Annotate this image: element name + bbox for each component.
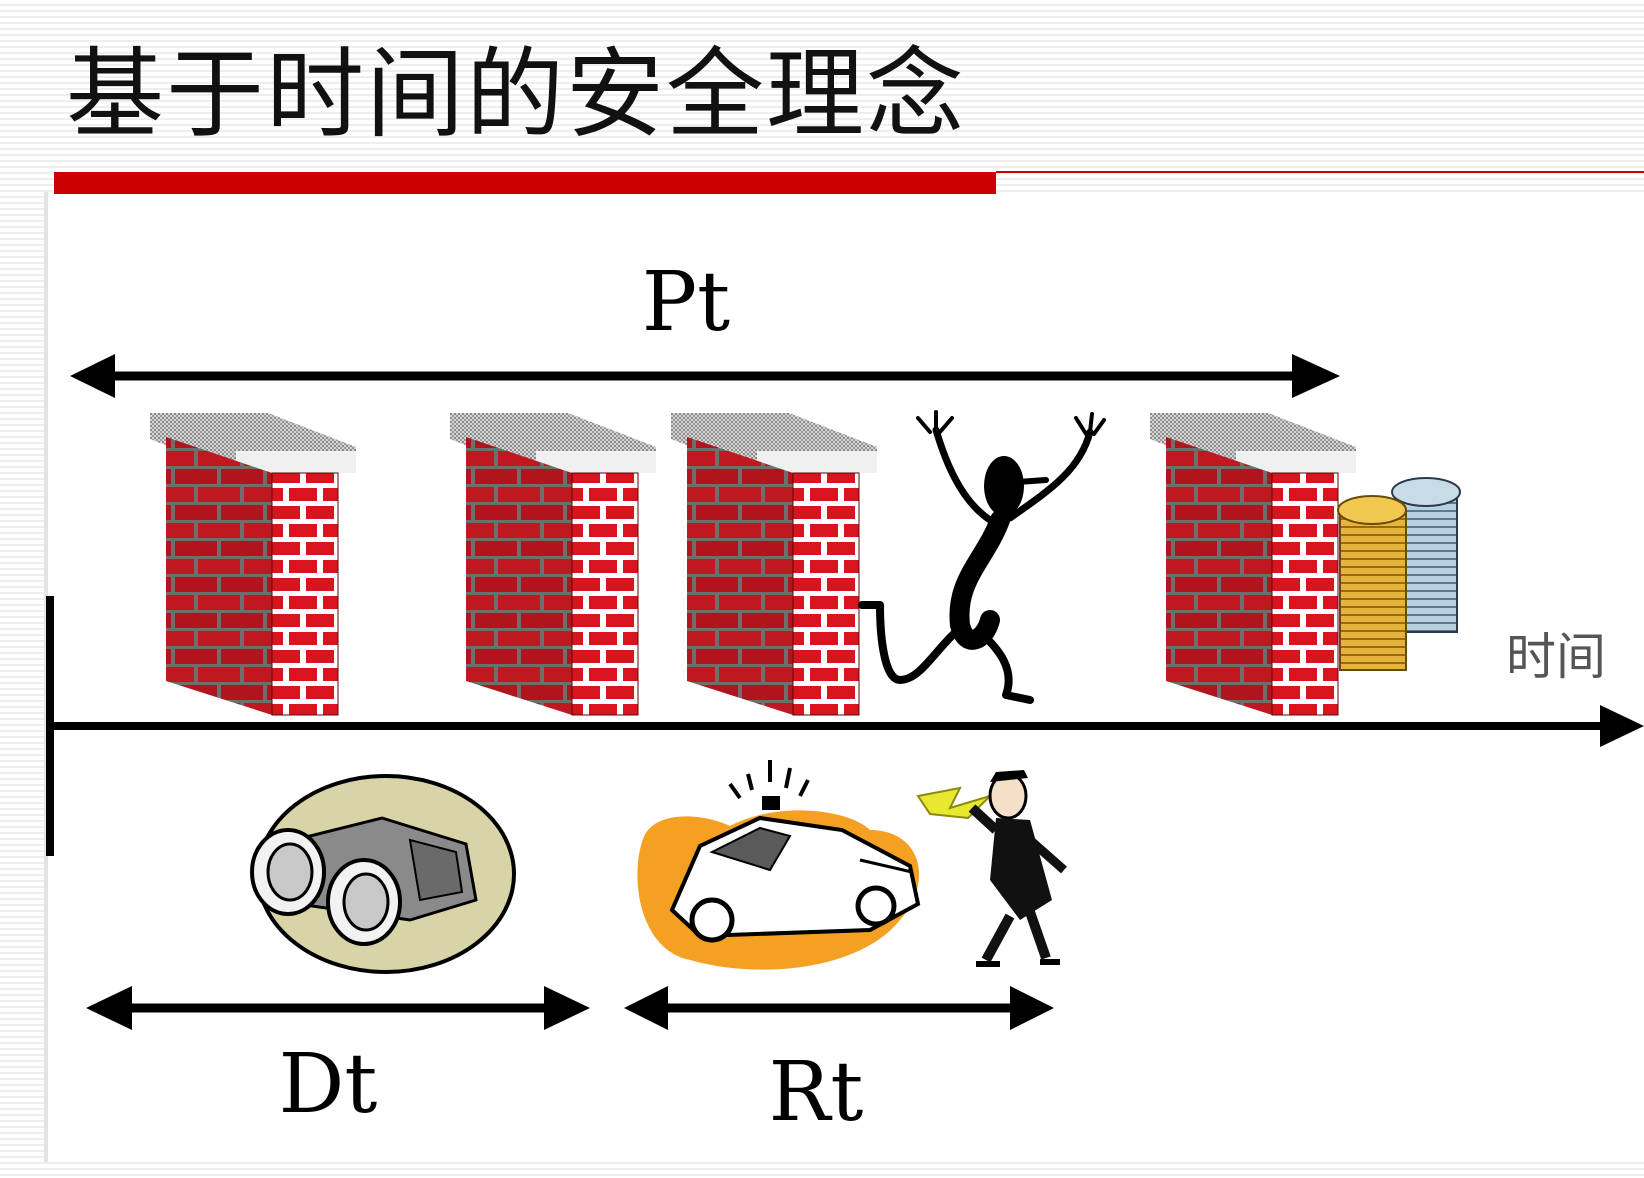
pt-arrow — [70, 354, 1340, 398]
brick-wall-3 — [670, 412, 878, 716]
brick-wall-2 — [449, 412, 657, 716]
police-car-icon — [637, 760, 921, 970]
dt-label: Dt — [279, 1037, 378, 1132]
brick-wall-1 — [149, 412, 357, 716]
coin-stacks — [1337, 477, 1461, 671]
dt-arrow — [86, 986, 590, 1030]
intruder-figure — [858, 410, 1106, 704]
pt-label: Pt — [642, 255, 730, 350]
rt-arrow — [624, 986, 1054, 1030]
police-officer-icon — [916, 770, 1067, 967]
brick-wall-4 — [1149, 412, 1357, 716]
binoculars-icon — [250, 774, 516, 974]
time-security-diagram: Pt 时间 Dt Rt — [46, 255, 1644, 1140]
rt-label: Rt — [769, 1045, 864, 1140]
time-axis-label: 时间 — [1506, 628, 1606, 686]
